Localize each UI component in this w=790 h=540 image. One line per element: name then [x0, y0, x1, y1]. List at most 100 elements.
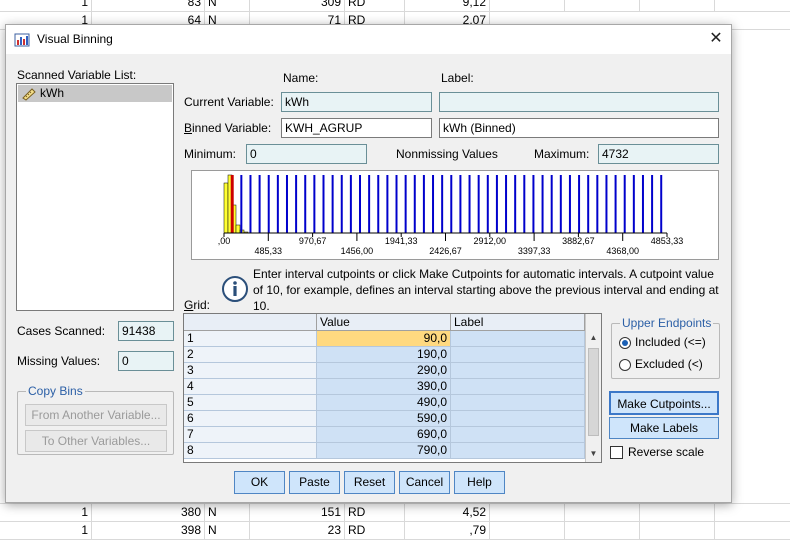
grid-row[interactable]: 8 790,0	[184, 443, 585, 459]
tick-label: 2912,00	[474, 236, 507, 246]
grid-row-number[interactable]: 4	[184, 379, 317, 395]
grid-row[interactable]: 1 90,0	[184, 331, 585, 347]
close-button[interactable]: ✕	[701, 25, 731, 54]
grid-label: Grid:	[184, 298, 211, 312]
table-row: 1 83 N 309 RD 9,12	[0, 0, 790, 12]
current-variable-label: Current Variable:	[184, 95, 274, 109]
list-item-label: kWh	[40, 86, 64, 100]
cutpoint-grid[interactable]: Value Label 1 90,0 2 190,0 3 290,0 4 390,0 5 490,…	[183, 313, 602, 463]
grid-cell-label[interactable]	[451, 363, 585, 379]
grid-cell-label[interactable]	[451, 411, 585, 427]
to-other-variables-button[interactable]: To Other Variables...	[25, 430, 167, 452]
grid-cell-value[interactable]: 190,0	[317, 347, 451, 363]
binned-variable-name-input[interactable]: KWH_AGRUP	[281, 118, 432, 138]
grid-row-number[interactable]: 6	[184, 411, 317, 427]
cases-scanned-label: Cases Scanned:	[17, 324, 106, 338]
grid-cell-label[interactable]	[451, 347, 585, 363]
cell: RD	[345, 522, 405, 540]
grid-scrollbar[interactable]: ▲ ▼	[585, 314, 601, 462]
grid-row[interactable]: 3 290,0	[184, 363, 585, 379]
grid-header-value: Value	[317, 314, 451, 331]
cell: 151	[250, 504, 345, 522]
maximum-field: 4732	[598, 144, 719, 164]
grid-row-number[interactable]: 3	[184, 363, 317, 379]
grid-cell-label[interactable]	[451, 331, 585, 347]
grid-row-number[interactable]: 8	[184, 443, 317, 459]
tick-label: ,00	[218, 236, 231, 246]
binned-variable-label-input[interactable]: kWh (Binned)	[439, 118, 719, 138]
histogram[interactable]: ,00 970,67 1941,33 2912,00 3882,67 4853,33 485…	[191, 170, 719, 260]
make-cutpoints-button[interactable]: Make Cutpoints...	[609, 391, 719, 415]
cell	[565, 0, 640, 12]
paste-button[interactable]: Paste	[289, 471, 340, 494]
cases-scanned-field: 91438	[118, 321, 174, 341]
cell: 83	[92, 0, 205, 12]
grid-row-number[interactable]: 2	[184, 347, 317, 363]
cell	[565, 522, 640, 540]
visual-binning-dialog: Visual Binning ✕ Scanned Variable List: …	[5, 24, 732, 503]
histogram-bar	[235, 224, 241, 234]
grid-cell-value[interactable]: 290,0	[317, 363, 451, 379]
reverse-scale-label[interactable]: Reverse scale	[628, 445, 704, 459]
list-item[interactable]: kWh	[18, 85, 172, 102]
grid-row-number[interactable]: 5	[184, 395, 317, 411]
cell	[640, 504, 715, 522]
grid-cell-value[interactable]: 390,0	[317, 379, 451, 395]
included-label[interactable]: Included (<=)	[635, 335, 706, 349]
scroll-up-arrow-icon[interactable]: ▲	[586, 330, 601, 345]
excluded-radio[interactable]	[619, 359, 631, 371]
scanned-variable-list[interactable]: kWh	[16, 83, 174, 311]
grid-row[interactable]: 4 390,0	[184, 379, 585, 395]
grid-row-number[interactable]: 7	[184, 427, 317, 443]
grid-row[interactable]: 2 190,0	[184, 347, 585, 363]
info-text: Enter interval cutpoints or click Make C…	[253, 267, 719, 313]
copy-bins-title: Copy Bins	[26, 384, 85, 398]
cancel-button[interactable]: Cancel	[399, 471, 450, 494]
info-icon	[222, 276, 248, 302]
grid-cell-value[interactable]: 490,0	[317, 395, 451, 411]
histogram-plot[interactable]: ,00 970,67 1941,33 2912,00 3882,67 4853,33 485…	[192, 171, 718, 259]
help-button[interactable]: Help	[454, 471, 505, 494]
grid-cell-value[interactable]: 90,0	[317, 331, 451, 347]
tick-label: 2426,67	[429, 246, 462, 256]
make-labels-button[interactable]: Make Labels	[609, 417, 719, 439]
grid-row[interactable]: 7 690,0	[184, 427, 585, 443]
missing-values-label: Missing Values:	[17, 354, 101, 368]
cell: RD	[345, 0, 405, 12]
grid-cell-label[interactable]	[451, 379, 585, 395]
cell: N	[205, 522, 250, 540]
tick-label: 4853,33	[651, 236, 684, 246]
scroll-down-arrow-icon[interactable]: ▼	[586, 446, 601, 461]
grid-row[interactable]: 6 590,0	[184, 411, 585, 427]
cell: N	[205, 504, 250, 522]
ok-button[interactable]: OK	[234, 471, 285, 494]
grid-cell-label[interactable]	[451, 395, 585, 411]
dialog-title: Visual Binning	[37, 32, 113, 46]
minimum-field: 0	[246, 144, 367, 164]
tick-label: 1456,00	[341, 246, 374, 256]
scroll-thumb[interactable]	[588, 348, 599, 436]
name-header: Name:	[283, 71, 319, 85]
grid-row[interactable]: 5 490,0	[184, 395, 585, 411]
from-another-variable-button[interactable]: From Another Variable...	[25, 404, 167, 426]
grid-cell-label[interactable]	[451, 443, 585, 459]
grid-cell-label[interactable]	[451, 427, 585, 443]
grid-row-number[interactable]: 1	[184, 331, 317, 347]
grid-cell-value[interactable]: 790,0	[317, 443, 451, 459]
cell: 309	[250, 0, 345, 12]
title-bar[interactable]: Visual Binning ✕	[6, 25, 731, 54]
grid-cell-value[interactable]: 690,0	[317, 427, 451, 443]
grid-header-label: Label	[451, 314, 585, 331]
cell	[490, 0, 565, 12]
excluded-label[interactable]: Excluded (<)	[635, 357, 703, 371]
tick-label: 4368,00	[606, 246, 639, 256]
cell: 23	[250, 522, 345, 540]
cell	[490, 522, 565, 540]
reverse-scale-checkbox[interactable]	[610, 446, 623, 459]
table-row: 1 380 N 151 RD 4,52	[0, 504, 790, 522]
included-radio[interactable]	[619, 337, 631, 349]
cell: 1	[0, 0, 92, 12]
grid-cell-value[interactable]: 590,0	[317, 411, 451, 427]
reset-button[interactable]: Reset	[344, 471, 395, 494]
cell: 1	[0, 504, 92, 522]
